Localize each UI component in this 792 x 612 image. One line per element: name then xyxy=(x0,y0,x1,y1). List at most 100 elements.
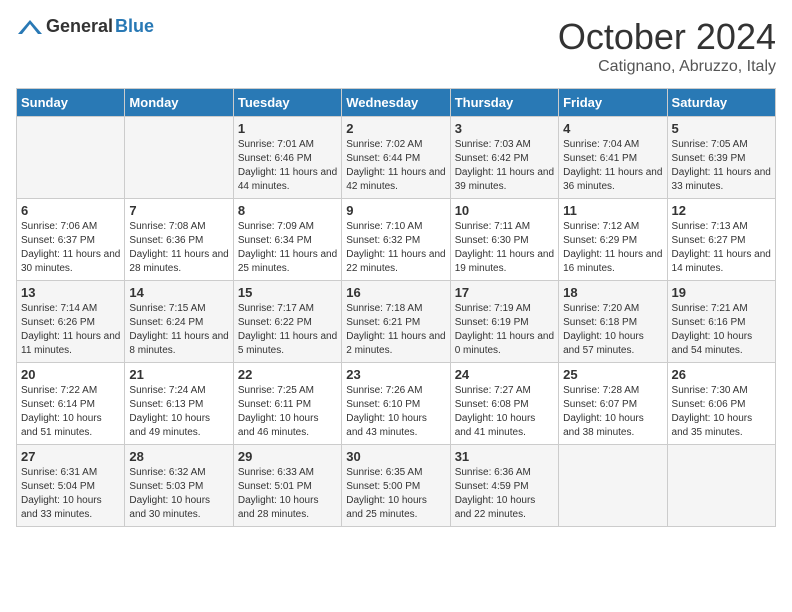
calendar-cell: 5 Sunrise: 7:05 AM Sunset: 6:39 PM Daylig… xyxy=(667,117,775,199)
day-info: Sunrise: 7:10 AM Sunset: 6:32 PM Dayligh… xyxy=(346,220,445,276)
calendar-cell: 10Sunrise: 7:11 AM Sunset: 6:30 PM Dayli… xyxy=(450,199,558,281)
day-number: 3 xyxy=(455,121,554,136)
day-number: 8 xyxy=(238,203,337,218)
calendar-cell: 13 Sunrise: 7:14 AM Sunset: 6:26 PM Dayli… xyxy=(17,281,125,363)
day-number: 14 xyxy=(129,285,228,300)
day-info: Sunrise: 7:28 AM Sunset: 6:07 PM Dayligh… xyxy=(563,384,662,440)
day-info: Sunrise: 7:15 AM Sunset: 6:24 PM Dayligh… xyxy=(129,302,228,358)
calendar-cell xyxy=(17,117,125,199)
calendar-header-row: SundayMondayTuesdayWednesdayThursdayFrid… xyxy=(17,89,776,117)
day-info: Sunrise: 7:19 AM Sunset: 6:19 PM Dayligh… xyxy=(455,302,554,358)
day-info: Sunrise: 7:25 AM Sunset: 6:11 PM Dayligh… xyxy=(238,384,337,440)
column-header-friday: Friday xyxy=(559,89,667,117)
day-number: 4 xyxy=(563,121,662,136)
day-info: Sunrise: 7:04 AM Sunset: 6:41 PM Dayligh… xyxy=(563,138,662,194)
logo-blue-text: Blue xyxy=(115,16,154,37)
page-header: General Blue October 2024 Catignano, Abr… xyxy=(16,16,776,76)
day-number: 28 xyxy=(129,449,228,464)
day-number: 31 xyxy=(455,449,554,464)
day-info: Sunrise: 7:21 AM Sunset: 6:16 PM Dayligh… xyxy=(672,302,771,358)
day-number: 29 xyxy=(238,449,337,464)
day-number: 26 xyxy=(672,367,771,382)
calendar-cell: 28Sunrise: 6:32 AM Sunset: 5:03 PM Dayli… xyxy=(125,445,233,527)
day-info: Sunrise: 7:09 AM Sunset: 6:34 PM Dayligh… xyxy=(238,220,337,276)
calendar-cell: 18 Sunrise: 7:20 AM Sunset: 6:18 PM Dayli… xyxy=(559,281,667,363)
calendar-cell xyxy=(559,445,667,527)
day-info: Sunrise: 7:22 AM Sunset: 6:14 PM Dayligh… xyxy=(21,384,120,440)
day-number: 16 xyxy=(346,285,445,300)
column-header-tuesday: Tuesday xyxy=(233,89,341,117)
day-number: 13 xyxy=(21,285,120,300)
calendar-cell: 6Sunrise: 7:06 AM Sunset: 6:37 PM Daylig… xyxy=(17,199,125,281)
calendar-cell: 21Sunrise: 7:24 AM Sunset: 6:13 PM Dayli… xyxy=(125,363,233,445)
week-row-2: 6Sunrise: 7:06 AM Sunset: 6:37 PM Daylig… xyxy=(17,199,776,281)
day-number: 25 xyxy=(563,367,662,382)
day-number: 17 xyxy=(455,285,554,300)
calendar-cell: 31 Sunrise: 6:36 AM Sunset: 4:59 PM Dayli… xyxy=(450,445,558,527)
day-info: Sunrise: 7:20 AM Sunset: 6:18 PM Dayligh… xyxy=(563,302,662,358)
month-title: October 2024 xyxy=(558,16,776,58)
day-number: 24 xyxy=(455,367,554,382)
calendar-cell: 14 Sunrise: 7:15 AM Sunset: 6:24 PM Dayli… xyxy=(125,281,233,363)
day-number: 19 xyxy=(672,285,771,300)
calendar-cell: 11Sunrise: 7:12 AM Sunset: 6:29 PM Dayli… xyxy=(559,199,667,281)
calendar-cell: 25 Sunrise: 7:28 AM Sunset: 6:07 PM Dayli… xyxy=(559,363,667,445)
day-info: Sunrise: 7:13 AM Sunset: 6:27 PM Dayligh… xyxy=(672,220,771,276)
calendar-cell: 29 Sunrise: 6:33 AM Sunset: 5:01 PM Dayli… xyxy=(233,445,341,527)
calendar-cell: 1 Sunrise: 7:01 AM Sunset: 6:46 PM Daylig… xyxy=(233,117,341,199)
day-number: 5 xyxy=(672,121,771,136)
calendar-cell: 23Sunrise: 7:26 AM Sunset: 6:10 PM Dayli… xyxy=(342,363,450,445)
column-header-sunday: Sunday xyxy=(17,89,125,117)
calendar-table: SundayMondayTuesdayWednesdayThursdayFrid… xyxy=(16,88,776,527)
logo: General Blue xyxy=(16,16,154,37)
day-info: Sunrise: 7:03 AM Sunset: 6:42 PM Dayligh… xyxy=(455,138,554,194)
calendar-cell: 19 Sunrise: 7:21 AM Sunset: 6:16 PM Dayli… xyxy=(667,281,775,363)
calendar-cell: 16 Sunrise: 7:18 AM Sunset: 6:21 PM Dayli… xyxy=(342,281,450,363)
day-info: Sunrise: 7:05 AM Sunset: 6:39 PM Dayligh… xyxy=(672,138,771,194)
day-info: Sunrise: 7:17 AM Sunset: 6:22 PM Dayligh… xyxy=(238,302,337,358)
day-info: Sunrise: 6:33 AM Sunset: 5:01 PM Dayligh… xyxy=(238,466,337,522)
column-header-wednesday: Wednesday xyxy=(342,89,450,117)
day-number: 27 xyxy=(21,449,120,464)
calendar-cell: 8 Sunrise: 7:09 AM Sunset: 6:34 PM Daylig… xyxy=(233,199,341,281)
day-number: 7 xyxy=(129,203,228,218)
day-info: Sunrise: 7:30 AM Sunset: 6:06 PM Dayligh… xyxy=(672,384,771,440)
calendar-cell: 7 Sunrise: 7:08 AM Sunset: 6:36 PM Daylig… xyxy=(125,199,233,281)
calendar-cell: 4 Sunrise: 7:04 AM Sunset: 6:41 PM Daylig… xyxy=(559,117,667,199)
calendar-cell: 22Sunrise: 7:25 AM Sunset: 6:11 PM Dayli… xyxy=(233,363,341,445)
day-info: Sunrise: 7:14 AM Sunset: 6:26 PM Dayligh… xyxy=(21,302,120,358)
day-number: 9 xyxy=(346,203,445,218)
day-info: Sunrise: 6:35 AM Sunset: 5:00 PM Dayligh… xyxy=(346,466,445,522)
day-info: Sunrise: 7:18 AM Sunset: 6:21 PM Dayligh… xyxy=(346,302,445,358)
calendar-cell xyxy=(125,117,233,199)
day-info: Sunrise: 7:12 AM Sunset: 6:29 PM Dayligh… xyxy=(563,220,662,276)
day-info: Sunrise: 7:26 AM Sunset: 6:10 PM Dayligh… xyxy=(346,384,445,440)
day-info: Sunrise: 7:01 AM Sunset: 6:46 PM Dayligh… xyxy=(238,138,337,194)
day-number: 12 xyxy=(672,203,771,218)
title-block: October 2024 Catignano, Abruzzo, Italy xyxy=(558,16,776,76)
calendar-cell: 9 Sunrise: 7:10 AM Sunset: 6:32 PM Daylig… xyxy=(342,199,450,281)
day-number: 2 xyxy=(346,121,445,136)
calendar-cell: 20 Sunrise: 7:22 AM Sunset: 6:14 PM Dayli… xyxy=(17,363,125,445)
day-number: 18 xyxy=(563,285,662,300)
day-info: Sunrise: 7:08 AM Sunset: 6:36 PM Dayligh… xyxy=(129,220,228,276)
column-header-saturday: Saturday xyxy=(667,89,775,117)
day-info: Sunrise: 7:27 AM Sunset: 6:08 PM Dayligh… xyxy=(455,384,554,440)
column-header-thursday: Thursday xyxy=(450,89,558,117)
day-number: 1 xyxy=(238,121,337,136)
location: Catignano, Abruzzo, Italy xyxy=(558,58,776,76)
day-number: 20 xyxy=(21,367,120,382)
calendar-cell: 3 Sunrise: 7:03 AM Sunset: 6:42 PM Daylig… xyxy=(450,117,558,199)
calendar-cell: 17 Sunrise: 7:19 AM Sunset: 6:19 PM Dayli… xyxy=(450,281,558,363)
logo-icon xyxy=(16,18,44,36)
column-header-monday: Monday xyxy=(125,89,233,117)
week-row-5: 27Sunrise: 6:31 AM Sunset: 5:04 PM Dayli… xyxy=(17,445,776,527)
calendar-cell xyxy=(667,445,775,527)
day-info: Sunrise: 6:36 AM Sunset: 4:59 PM Dayligh… xyxy=(455,466,554,522)
calendar-cell: 30 Sunrise: 6:35 AM Sunset: 5:00 PM Dayli… xyxy=(342,445,450,527)
calendar-cell: 26 Sunrise: 7:30 AM Sunset: 6:06 PM Dayli… xyxy=(667,363,775,445)
calendar-cell: 2Sunrise: 7:02 AM Sunset: 6:44 PM Daylig… xyxy=(342,117,450,199)
day-number: 6 xyxy=(21,203,120,218)
calendar-cell: 12 Sunrise: 7:13 AM Sunset: 6:27 PM Dayli… xyxy=(667,199,775,281)
day-number: 30 xyxy=(346,449,445,464)
